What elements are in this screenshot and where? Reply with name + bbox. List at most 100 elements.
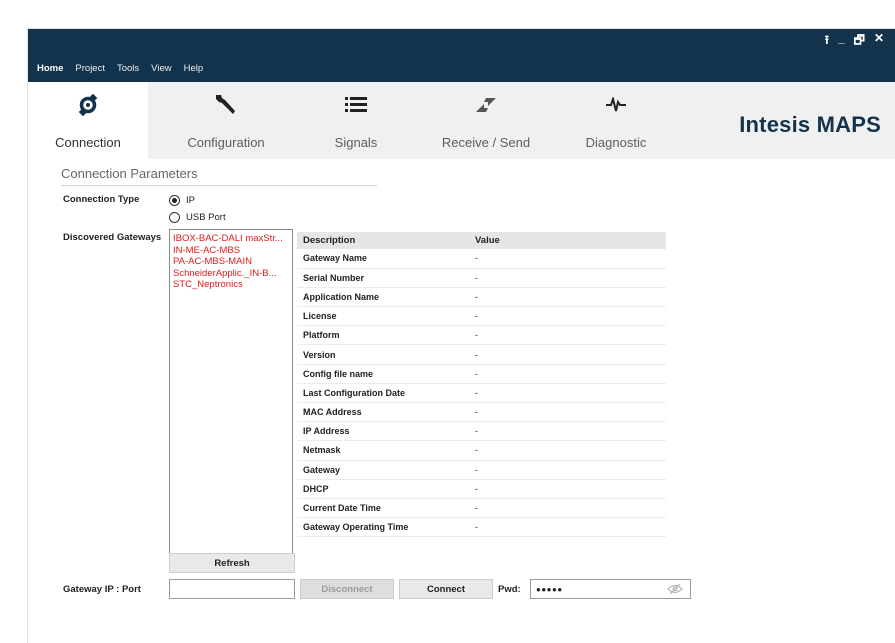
- row-description: Serial Number: [297, 268, 469, 288]
- transfer-icon: [426, 90, 546, 120]
- radio-usb[interactable]: USB Port: [169, 212, 226, 223]
- table-row: License -: [297, 306, 666, 327]
- row-value: -: [469, 498, 666, 519]
- table-row: Netmask -: [297, 440, 666, 461]
- row-description: IP Address: [297, 421, 469, 442]
- disconnect-button[interactable]: Disconnect: [300, 579, 394, 599]
- eye-icon[interactable]: [667, 583, 683, 597]
- tab-diagnostic[interactable]: Diagnostic: [556, 82, 676, 159]
- row-description: Gateway Operating Time: [297, 517, 469, 538]
- window-controls: ⭱ _ 🗗 ✕: [825, 31, 884, 52]
- row-description: Last Configuration Date: [297, 383, 469, 404]
- tab-connection-label: Connection: [55, 135, 121, 150]
- radio-ip-indicator[interactable]: [169, 195, 180, 206]
- row-value: -: [469, 325, 666, 346]
- list-item[interactable]: SchneiderApplic._IN-B...: [173, 268, 289, 280]
- row-value: -: [469, 287, 666, 308]
- row-description: Version: [297, 344, 469, 365]
- row-description: Application Name: [297, 287, 469, 308]
- table-row: Last Configuration Date -: [297, 383, 666, 404]
- tab-configuration-label: Configuration: [187, 135, 265, 150]
- list-item[interactable]: IN-ME-AC-MBS: [173, 245, 289, 257]
- restore-icon[interactable]: 🗗: [854, 31, 865, 52]
- table-row: Gateway Name -: [297, 249, 666, 269]
- row-value: -: [469, 383, 666, 404]
- table-row: Config file name -: [297, 364, 666, 384]
- close-icon[interactable]: ✕: [874, 31, 884, 52]
- ribbon: Connection Configuration Signals Receive…: [28, 82, 895, 159]
- tab-diagnostic-label: Diagnostic: [585, 135, 647, 150]
- row-value: -: [469, 460, 666, 480]
- menu-tools[interactable]: Tools: [117, 63, 139, 74]
- wrench-icon: [166, 90, 286, 120]
- radio-usb-indicator[interactable]: [169, 212, 180, 223]
- app-window: ⭱ _ 🗗 ✕ Home Project Tools View Help Con…: [27, 28, 895, 643]
- table-row: DHCP -: [297, 479, 666, 499]
- row-value: -: [469, 344, 666, 365]
- row-value: -: [469, 364, 666, 384]
- gateway-details-table: Description Value Gateway Name - Serial N…: [297, 232, 666, 538]
- gateway-ip-port-input[interactable]: [169, 579, 295, 599]
- tab-receive-send-label: Receive / Send: [441, 135, 531, 150]
- table-row: MAC Address -: [297, 402, 666, 423]
- radio-usb-label: USB Port: [186, 212, 226, 223]
- tab-configuration[interactable]: Configuration: [166, 82, 286, 159]
- refresh-button[interactable]: Refresh: [169, 553, 295, 573]
- tab-connection[interactable]: Connection: [28, 82, 148, 159]
- gateway-ip-port-label: Gateway IP : Port: [63, 584, 141, 595]
- table-row: Platform -: [297, 325, 666, 346]
- radio-ip[interactable]: IP: [169, 195, 195, 206]
- password-value: ●●●●●: [536, 584, 563, 594]
- table-header-row: Description Value: [297, 232, 666, 249]
- section-divider: [61, 185, 377, 186]
- row-value: -: [469, 517, 666, 538]
- table-row: Gateway -: [297, 460, 666, 480]
- row-value: -: [469, 440, 666, 461]
- connect-button[interactable]: Connect: [399, 579, 493, 599]
- row-value: -: [469, 421, 666, 442]
- row-value: -: [469, 479, 666, 499]
- row-value: -: [469, 306, 666, 327]
- row-value: -: [469, 249, 666, 269]
- upload-icon[interactable]: ⭱: [825, 31, 829, 52]
- menu-bar: Home Project Tools View Help: [37, 63, 203, 74]
- menu-help[interactable]: Help: [184, 63, 204, 74]
- table-row: IP Address -: [297, 421, 666, 442]
- row-value: -: [469, 402, 666, 423]
- section-title: Connection Parameters: [61, 166, 198, 181]
- table-row: Application Name -: [297, 287, 666, 308]
- tab-signals[interactable]: Signals: [296, 82, 416, 159]
- title-bar: ⭱ _ 🗗 ✕ Home Project Tools View Help: [28, 29, 895, 82]
- minimize-icon[interactable]: _: [838, 31, 845, 52]
- list-icon: [296, 90, 416, 120]
- table-row: Version -: [297, 344, 666, 365]
- row-description: Gateway Name: [297, 249, 469, 269]
- menu-home[interactable]: Home: [37, 63, 63, 74]
- list-item[interactable]: PA-AC-MBS-MAIN: [173, 256, 289, 268]
- gateway-list[interactable]: IBOX-BAC-DALI maxStr... IN-ME-AC-MBS PA-…: [169, 229, 293, 569]
- table-row: Gateway Operating Time -: [297, 517, 666, 538]
- pulse-icon: [556, 90, 676, 120]
- menu-project[interactable]: Project: [75, 63, 105, 74]
- discovered-gateways-label: Discovered Gateways: [63, 232, 162, 243]
- list-item[interactable]: IBOX-BAC-DALI maxStr...: [173, 233, 289, 245]
- radio-ip-label: IP: [186, 195, 195, 206]
- row-description: Gateway: [297, 460, 469, 480]
- connection-icon: [28, 90, 148, 120]
- row-description: Config file name: [297, 364, 469, 384]
- table-row: Serial Number -: [297, 268, 666, 288]
- menu-view[interactable]: View: [151, 63, 171, 74]
- column-header-description: Description: [297, 232, 469, 249]
- list-item[interactable]: STC_Neptronics: [173, 279, 289, 291]
- row-description: DHCP: [297, 479, 469, 499]
- table-row: Current Date Time -: [297, 498, 666, 519]
- connection-type-label: Connection Type: [63, 194, 140, 205]
- row-description: MAC Address: [297, 402, 469, 423]
- password-label: Pwd:: [498, 584, 521, 595]
- tab-receive-send[interactable]: Receive / Send: [426, 82, 546, 159]
- row-description: Platform: [297, 325, 469, 346]
- password-field[interactable]: ●●●●●: [530, 579, 691, 599]
- row-description: Current Date Time: [297, 498, 469, 519]
- column-header-value: Value: [469, 232, 666, 249]
- row-value: -: [469, 268, 666, 288]
